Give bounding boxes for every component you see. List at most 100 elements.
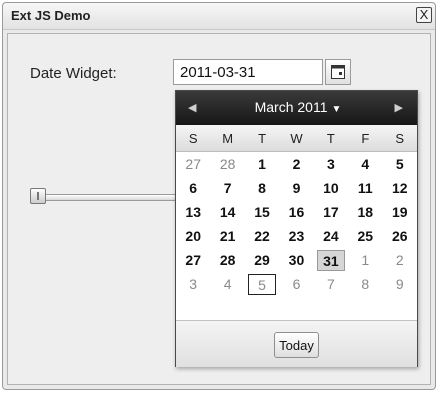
weekday-label: M: [210, 125, 245, 152]
calendar-day-cell[interactable]: 22: [245, 224, 279, 248]
calendar-day-cell[interactable]: 9: [383, 272, 417, 296]
calendar-day[interactable]: 29: [248, 250, 276, 271]
calendar-day[interactable]: 25: [351, 226, 379, 247]
today-day[interactable]: 5: [248, 273, 277, 295]
today-button[interactable]: Today: [274, 332, 319, 358]
calendar-day[interactable]: 20: [179, 226, 207, 247]
calendar-day[interactable]: 4: [214, 274, 242, 295]
chevron-down-icon: ▼: [331, 104, 342, 115]
calendar-day-cell[interactable]: 4: [348, 152, 382, 177]
calendar-day[interactable]: 3: [317, 154, 345, 175]
calendar-day[interactable]: 28: [214, 250, 242, 271]
calendar-day[interactable]: 8: [351, 274, 379, 295]
calendar-day-cell[interactable]: 3: [314, 152, 348, 177]
calendar-day-cell[interactable]: 15: [245, 200, 279, 224]
calendar-day-cell[interactable]: 9: [279, 176, 313, 200]
calendar-day[interactable]: 19: [386, 202, 414, 223]
calendar-day-cell[interactable]: 16: [279, 200, 313, 224]
calendar-day-cell[interactable]: 26: [383, 224, 417, 248]
date-picker: ◀ March 2011 ▼ ▶ S M T W T F S 27 28 1 2 3 4 5 6…: [175, 90, 418, 367]
calendar-day[interactable]: 1: [248, 154, 276, 175]
calendar-day[interactable]: 8: [248, 178, 276, 199]
window-titlebar[interactable]: Ext JS Demo X: [3, 3, 435, 30]
calendar-day-cell[interactable]: 30: [279, 248, 313, 272]
calendar-day[interactable]: 7: [214, 178, 242, 199]
calendar-day[interactable]: 24: [317, 226, 345, 247]
slider-track[interactable]: [32, 194, 184, 201]
calendar-day-cell[interactable]: 5: [245, 272, 279, 296]
slider-thumb[interactable]: [30, 188, 46, 204]
calendar-day[interactable]: 18: [351, 202, 379, 223]
calendar-day-cell[interactable]: 25: [348, 224, 382, 248]
calendar-day[interactable]: 30: [282, 250, 310, 271]
calendar-day-cell[interactable]: 28: [210, 152, 244, 177]
calendar-day-cell[interactable]: 2: [279, 152, 313, 177]
calendar-day-cell[interactable]: 4: [210, 272, 244, 296]
calendar-day[interactable]: 27: [179, 154, 207, 175]
calendar-day[interactable]: 22: [248, 226, 276, 247]
calendar-day-cell[interactable]: 20: [176, 224, 210, 248]
selected-day[interactable]: 31: [316, 249, 345, 271]
calendar-day-cell[interactable]: 3: [176, 272, 210, 296]
calendar-day-cell[interactable]: 8: [348, 272, 382, 296]
calendar-day[interactable]: 13: [179, 202, 207, 223]
calendar-day[interactable]: 3: [179, 274, 207, 295]
calendar-day[interactable]: 1: [351, 250, 379, 271]
calendar-day-cell[interactable]: 24: [314, 224, 348, 248]
calendar-day[interactable]: 5: [386, 154, 414, 175]
calendar-day[interactable]: 15: [248, 202, 276, 223]
calendar-day-cell[interactable]: 6: [176, 176, 210, 200]
calendar-day[interactable]: 23: [282, 226, 310, 247]
calendar-day-cell[interactable]: 5: [383, 152, 417, 177]
calendar-day-cell[interactable]: 7: [314, 272, 348, 296]
calendar-day[interactable]: 2: [386, 250, 414, 271]
calendar-day[interactable]: 11: [351, 178, 379, 199]
calendar-day[interactable]: 9: [282, 178, 310, 199]
calendar-day-cell[interactable]: 19: [383, 200, 417, 224]
calendar-day[interactable]: 4: [351, 154, 379, 175]
calendar-day[interactable]: 21: [214, 226, 242, 247]
calendar-day[interactable]: 28: [214, 154, 242, 175]
calendar-day-cell[interactable]: 31: [314, 248, 348, 272]
calendar-day[interactable]: 16: [282, 202, 310, 223]
calendar-day[interactable]: 7: [317, 274, 345, 295]
calendar-day-cell[interactable]: 29: [245, 248, 279, 272]
calendar-day-cell[interactable]: 10: [314, 176, 348, 200]
calendar-day-cell[interactable]: 7: [210, 176, 244, 200]
calendar-day-cell[interactable]: 6: [279, 272, 313, 296]
calendar-day-cell[interactable]: 17: [314, 200, 348, 224]
calendar-day-cell[interactable]: 1: [245, 152, 279, 177]
window-title: Ext JS Demo: [11, 8, 91, 23]
calendar-day-cell[interactable]: 23: [279, 224, 313, 248]
calendar-day-cell[interactable]: 27: [176, 152, 210, 177]
calendar-day[interactable]: 9: [386, 274, 414, 295]
calendar-day[interactable]: 12: [386, 178, 414, 199]
calendar-day-cell[interactable]: 11: [348, 176, 382, 200]
weekday-label: T: [244, 125, 280, 152]
calendar-day-cell[interactable]: 18: [348, 200, 382, 224]
calendar-day-cell[interactable]: 2: [383, 248, 417, 272]
calendar-day[interactable]: 10: [317, 178, 345, 199]
calendar-day-cell[interactable]: 21: [210, 224, 244, 248]
prev-month-icon[interactable]: ◀: [188, 101, 196, 114]
calendar-day[interactable]: 17: [317, 202, 345, 223]
calendar-day[interactable]: 27: [179, 250, 207, 271]
calendar-day-cell[interactable]: 14: [210, 200, 244, 224]
calendar-day-cell[interactable]: 12: [383, 176, 417, 200]
next-month-icon[interactable]: ▶: [395, 101, 403, 114]
month-year-button[interactable]: March 2011 ▼: [248, 99, 348, 115]
calendar-day[interactable]: 6: [179, 178, 207, 199]
calendar-trigger-button[interactable]: [325, 59, 351, 85]
calendar-day[interactable]: 26: [386, 226, 414, 247]
calendar-week-row: 27 28 1 2 3 4 5: [176, 152, 417, 177]
close-icon[interactable]: X: [416, 7, 432, 23]
date-input[interactable]: [173, 59, 323, 85]
calendar-day[interactable]: 6: [282, 274, 310, 295]
calendar-day-cell[interactable]: 28: [210, 248, 244, 272]
calendar-day-cell[interactable]: 27: [176, 248, 210, 272]
calendar-day-cell[interactable]: 13: [176, 200, 210, 224]
calendar-day-cell[interactable]: 8: [245, 176, 279, 200]
calendar-day-cell[interactable]: 1: [348, 248, 382, 272]
calendar-day[interactable]: 2: [282, 154, 310, 175]
calendar-day[interactable]: 14: [214, 202, 242, 223]
